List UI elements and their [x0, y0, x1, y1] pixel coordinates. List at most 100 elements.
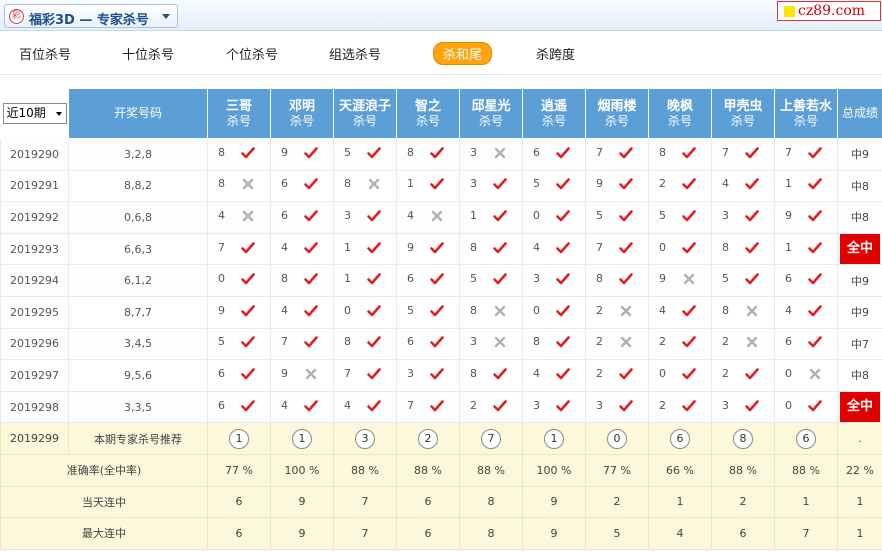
check-icon — [555, 303, 571, 319]
expert-name[interactable]: 烟雨楼 — [587, 99, 648, 114]
period-select[interactable]: 近10期 — [2, 103, 67, 124]
issue-number: 2019293 — [0, 232, 69, 266]
kill-entry: 2 — [653, 399, 707, 413]
recommend-number-ball: 0 — [607, 428, 627, 449]
kill-number: 4 — [218, 208, 225, 222]
recommend-issue: 2019299 — [0, 422, 69, 455]
kill-cell: 8 — [522, 327, 586, 361]
kill-entry: 1 — [401, 177, 455, 191]
kill-entry: 9 — [275, 146, 329, 160]
kill-cell: 9 — [774, 201, 838, 234]
kill-cell: 1 — [333, 232, 397, 266]
stat-value: 88 % — [774, 453, 838, 487]
check-icon — [807, 271, 823, 287]
kill-cell: 7 — [585, 232, 649, 266]
check-icon — [240, 366, 256, 382]
lottery-title-dropdown[interactable]: 彩 福彩3D — 专家杀号 — [4, 4, 178, 28]
check-icon — [366, 398, 382, 414]
cross-icon — [429, 208, 445, 224]
kill-entry: 5 — [212, 335, 266, 349]
kill-entry: 4 — [527, 367, 581, 381]
kill-entry: 9 — [275, 367, 329, 381]
issue-number: 2019292 — [0, 201, 69, 234]
expert-sub-label: 杀号 — [289, 113, 314, 128]
expert-name[interactable]: 逍遥 — [524, 99, 585, 114]
expert-name[interactable]: 智之 — [398, 99, 459, 114]
check-icon — [240, 334, 256, 350]
kill-entry: 8 — [716, 304, 770, 318]
expert-name[interactable]: 晚枫 — [650, 99, 711, 114]
kill-cell: 6 — [207, 390, 271, 424]
kill-cell: 0 — [207, 264, 271, 297]
check-icon — [618, 208, 634, 224]
kill-entry: 5 — [716, 272, 770, 286]
kill-entry: 8 — [653, 146, 707, 160]
kill-cell: 8 — [648, 138, 712, 171]
tab-units-kill[interactable]: 个位杀号 — [226, 44, 278, 63]
stat-value: 4 — [648, 517, 712, 550]
kill-number: 1 — [344, 272, 351, 286]
stat-value: 1 — [648, 485, 712, 519]
kill-cell: 4 — [396, 201, 460, 234]
expert-name[interactable]: 上善若水 — [776, 99, 837, 114]
kill-number: 1 — [785, 240, 792, 254]
kill-cell: 2 — [648, 327, 712, 361]
expert-sub-label: 杀号 — [352, 113, 377, 128]
kill-entry: 0 — [779, 399, 833, 413]
expert-name[interactable]: 邱星光 — [461, 99, 522, 114]
expert-name[interactable]: 三哥 — [209, 99, 270, 114]
kill-entry: 5 — [401, 304, 455, 318]
tab-tens-kill[interactable]: 十位杀号 — [122, 44, 174, 63]
kill-number: 2 — [722, 366, 729, 380]
kill-number: 0 — [218, 272, 225, 286]
check-icon — [429, 176, 445, 192]
draw-numbers: 3,2,8 — [68, 138, 208, 171]
column-header-expert: 邓明 杀号 — [270, 88, 334, 139]
cross-icon — [240, 208, 256, 224]
cross-icon — [492, 145, 508, 161]
stat-value: 6 — [207, 485, 271, 519]
total-result: 中9 — [851, 306, 869, 320]
brand-logo[interactable]: cz89.com — [777, 1, 881, 21]
kill-entry: 3 — [590, 399, 644, 413]
kill-cell: 1 — [774, 169, 838, 203]
kill-entry: 3 — [464, 335, 518, 349]
check-icon — [429, 240, 445, 256]
kill-entry: 8 — [275, 272, 329, 286]
kill-cell: 6 — [774, 264, 838, 297]
kill-entry: 0 — [338, 304, 392, 318]
recommend-cell: 3 — [333, 422, 397, 455]
tab-group-kill[interactable]: 组选杀号 — [329, 44, 381, 63]
kill-entry: 7 — [590, 146, 644, 160]
total-result-cell: 全中 — [837, 232, 882, 266]
kill-number: 8 — [470, 366, 477, 380]
kill-number: 2 — [470, 398, 477, 412]
kill-entry: 5 — [590, 209, 644, 223]
kill-entry: 7 — [275, 335, 329, 349]
check-icon — [555, 145, 571, 161]
kill-number: 9 — [218, 303, 225, 317]
check-icon — [681, 334, 697, 350]
expert-name[interactable]: 甲壳虫 — [713, 99, 774, 114]
kill-number: 4 — [281, 240, 288, 254]
kill-entry: 1 — [338, 241, 392, 255]
column-header-expert: 烟雨楼 杀号 — [585, 88, 649, 139]
kill-number: 3 — [470, 177, 477, 191]
expert-name[interactable]: 邓明 — [272, 99, 333, 114]
kill-entry: 7 — [401, 399, 455, 413]
expert-sub-label: 杀号 — [667, 113, 692, 128]
recommend-number-ball: 6 — [796, 428, 816, 449]
check-icon — [492, 208, 508, 224]
kill-cell: 4 — [648, 295, 712, 329]
tab-sum-tail-kill[interactable]: 杀和尾 — [433, 42, 493, 65]
tab-hundreds-kill[interactable]: 百位杀号 — [19, 44, 71, 63]
recommend-number-ball: 1 — [544, 428, 564, 449]
kill-cell: 9 — [585, 169, 649, 203]
kill-number: 5 — [344, 145, 351, 159]
kill-entry: 0 — [653, 367, 707, 381]
stat-value: 77 % — [207, 453, 271, 487]
kill-cell: 2 — [585, 359, 649, 392]
check-icon — [807, 334, 823, 350]
tab-span-kill[interactable]: 杀跨度 — [536, 44, 575, 63]
expert-name[interactable]: 天涯浪子 — [335, 99, 396, 114]
